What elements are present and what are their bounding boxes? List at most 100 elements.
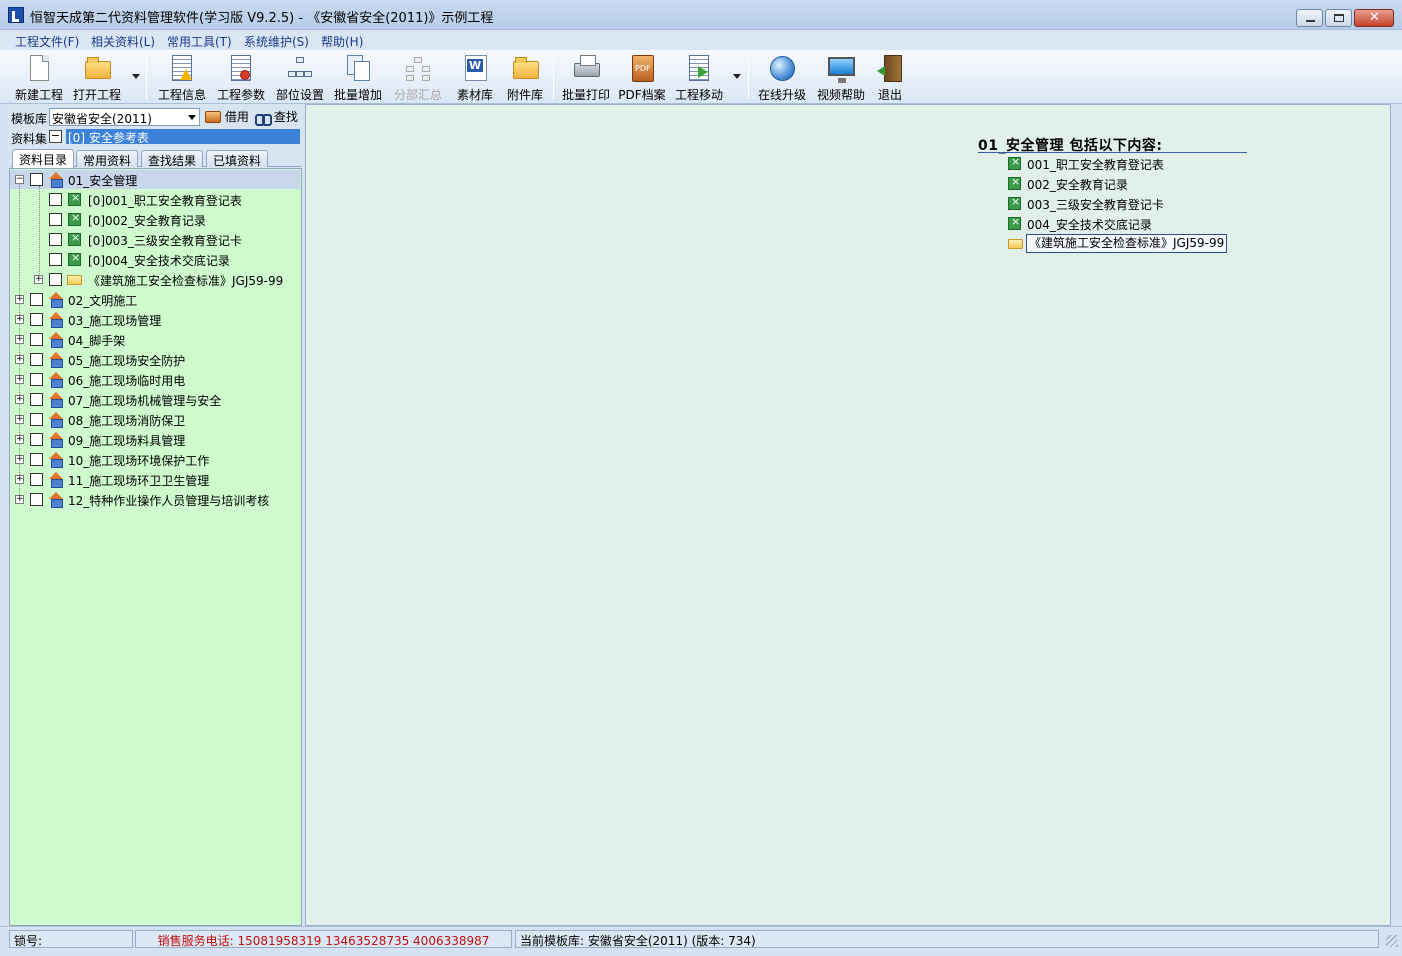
tree-checkbox[interactable] (30, 393, 43, 406)
tree-folder-node[interactable]: + 《建筑施工安全检查标准》JGJ59-99 (10, 271, 300, 289)
project-info-icon (172, 55, 192, 81)
find-button[interactable]: 查找 (255, 108, 298, 126)
expand-icon[interactable]: + (15, 435, 24, 444)
tree-checkbox[interactable] (49, 233, 62, 246)
app-logo-icon (8, 7, 24, 23)
summary-button[interactable]: 分部汇总 (392, 53, 444, 103)
project-params-button[interactable]: 工程参数 (215, 53, 267, 103)
attachment-library-icon (513, 57, 539, 79)
tree-item[interactable]: [0]004_安全技术交底记录 (10, 251, 300, 269)
project-params-icon (231, 55, 251, 81)
material-library-button[interactable]: 素材库 (454, 53, 496, 103)
move-project-button[interactable]: 工程移动 (673, 53, 725, 103)
collapse-toggle-icon[interactable]: − (49, 130, 62, 143)
excel-icon (1008, 175, 1021, 190)
menu-tools[interactable]: 常用工具(T) (167, 33, 232, 50)
tree-node-05[interactable]: + 05_施工现场安全防护 (10, 351, 300, 369)
batch-print-button[interactable]: 批量打印 (560, 53, 612, 103)
tree-checkbox[interactable] (30, 293, 43, 306)
expand-icon[interactable]: + (15, 375, 24, 384)
online-upgrade-button[interactable]: 在线升级 (756, 53, 808, 103)
tree-checkbox[interactable] (30, 473, 43, 486)
catalog-tree[interactable]: − 01_安全管理 [0]001_职工安全教育登记表 [0]002_安全教育记录… (9, 168, 302, 926)
minimize-button[interactable] (1296, 9, 1323, 27)
tree-checkbox[interactable] (30, 173, 43, 186)
template-library-value: 安徽省安全(2011) (52, 112, 152, 126)
open-project-button[interactable]: 打开工程 (71, 53, 123, 103)
status-phone: 销售服务电话: 15081958319 13463528735 40063389… (135, 930, 512, 948)
tree-node-02[interactable]: + 02_文明施工 (10, 291, 300, 309)
expand-icon[interactable]: + (15, 495, 24, 504)
maximize-button[interactable] (1325, 9, 1352, 27)
expand-icon[interactable]: + (15, 455, 24, 464)
tree-checkbox[interactable] (30, 373, 43, 386)
tree-node-03[interactable]: + 03_施工现场管理 (10, 311, 300, 329)
tree-node-06[interactable]: + 06_施工现场临时用电 (10, 371, 300, 389)
tab-common[interactable]: 常用资料 (76, 150, 139, 168)
batch-add-button[interactable]: 批量增加 (332, 53, 384, 103)
tree-item[interactable]: [0]002_安全教育记录 (10, 211, 300, 229)
tree-node-12[interactable]: + 12_特种作业操作人员管理与培训考核 (10, 491, 300, 509)
video-help-button[interactable]: 视频帮助 (815, 53, 867, 103)
content-panel: 01_安全管理 包括以下内容: 001_职工安全教育登记表 002_安全教育记录… (305, 104, 1391, 926)
tree-checkbox[interactable] (49, 213, 62, 226)
project-info-button[interactable]: 工程信息 (156, 53, 208, 103)
expand-icon[interactable]: + (15, 335, 24, 344)
tree-node-11[interactable]: + 11_施工现场环卫卫生管理 (10, 471, 300, 489)
expand-icon[interactable]: + (15, 395, 24, 404)
tree-node-10[interactable]: + 10_施工现场环境保护工作 (10, 451, 300, 469)
tree-checkbox[interactable] (49, 273, 62, 286)
tree-item[interactable]: [0]001_职工安全教育登记表 (10, 191, 300, 209)
menu-maintenance[interactable]: 系统维护(S) (244, 33, 309, 50)
tree-node-07[interactable]: + 07_施工现场机械管理与安全 (10, 391, 300, 409)
expand-icon[interactable]: + (15, 295, 24, 304)
chevron-down-icon (188, 115, 196, 120)
menu-related-data[interactable]: 相关资料(L) (91, 33, 155, 50)
excel-icon (68, 191, 81, 206)
tree-node-04[interactable]: + 04_脚手架 (10, 331, 300, 349)
toolbar: 新建工程 打开工程 工程信息 工程参数 部位设置 批量增加 分部汇总 素材库 附… (0, 50, 1402, 104)
collapse-icon[interactable]: − (15, 175, 24, 184)
category-icon (49, 332, 64, 348)
menu-project-file[interactable]: 工程文件(F) (15, 33, 79, 50)
minimize-icon (1306, 20, 1315, 22)
category-icon (49, 372, 64, 388)
tree-checkbox[interactable] (30, 433, 43, 446)
left-tabs: 资料目录 常用资料 查找结果 已填资料 (10, 149, 301, 168)
menu-help[interactable]: 帮助(H) (321, 33, 363, 50)
tree-checkbox[interactable] (30, 353, 43, 366)
tree-node-09[interactable]: + 09_施工现场料具管理 (10, 431, 300, 449)
expand-icon[interactable]: + (15, 415, 24, 424)
title-bar: 恒智天成第二代资料管理软件(学习版 V9.2.5) - 《安徽省安全(2011)… (0, 0, 1402, 30)
tab-catalog[interactable]: 资料目录 (12, 149, 75, 168)
tree-checkbox[interactable] (49, 253, 62, 266)
tree-checkbox[interactable] (30, 413, 43, 426)
tab-filled[interactable]: 已填资料 (206, 150, 269, 168)
expand-icon[interactable]: + (15, 475, 24, 484)
tree-checkbox[interactable] (49, 193, 62, 206)
tab-search-results[interactable]: 查找结果 (141, 150, 204, 168)
tree-checkbox[interactable] (30, 493, 43, 506)
expand-icon[interactable]: + (15, 315, 24, 324)
template-library-select[interactable]: 安徽省安全(2011) (49, 108, 200, 126)
tree-item[interactable]: [0]003_三级安全教育登记卡 (10, 231, 300, 249)
move-project-dropdown-icon[interactable] (733, 74, 741, 79)
tree-checkbox[interactable] (30, 333, 43, 346)
tree-checkbox[interactable] (30, 313, 43, 326)
exit-button[interactable]: 退出 (874, 53, 906, 103)
tree-node-01[interactable]: − 01_安全管理 (10, 171, 300, 189)
borrow-button[interactable]: 借用 (205, 108, 249, 126)
tree-node-08[interactable]: + 08_施工现场消防保卫 (10, 411, 300, 429)
data-set-field[interactable]: [0] 安全参考表 (66, 129, 300, 145)
open-folder-icon (85, 57, 111, 79)
attachment-library-button[interactable]: 附件库 (504, 53, 546, 103)
expand-icon[interactable]: + (15, 355, 24, 364)
tree-checkbox[interactable] (30, 453, 43, 466)
new-project-button[interactable]: 新建工程 (13, 53, 65, 103)
resize-grip-icon[interactable] (1386, 935, 1398, 947)
pdf-archive-button[interactable]: PDF档案 (618, 53, 666, 103)
expand-icon[interactable]: + (34, 275, 43, 284)
position-settings-button[interactable]: 部位设置 (274, 53, 326, 103)
close-button[interactable]: ✕ (1354, 9, 1394, 27)
open-project-dropdown-icon[interactable] (132, 74, 140, 79)
